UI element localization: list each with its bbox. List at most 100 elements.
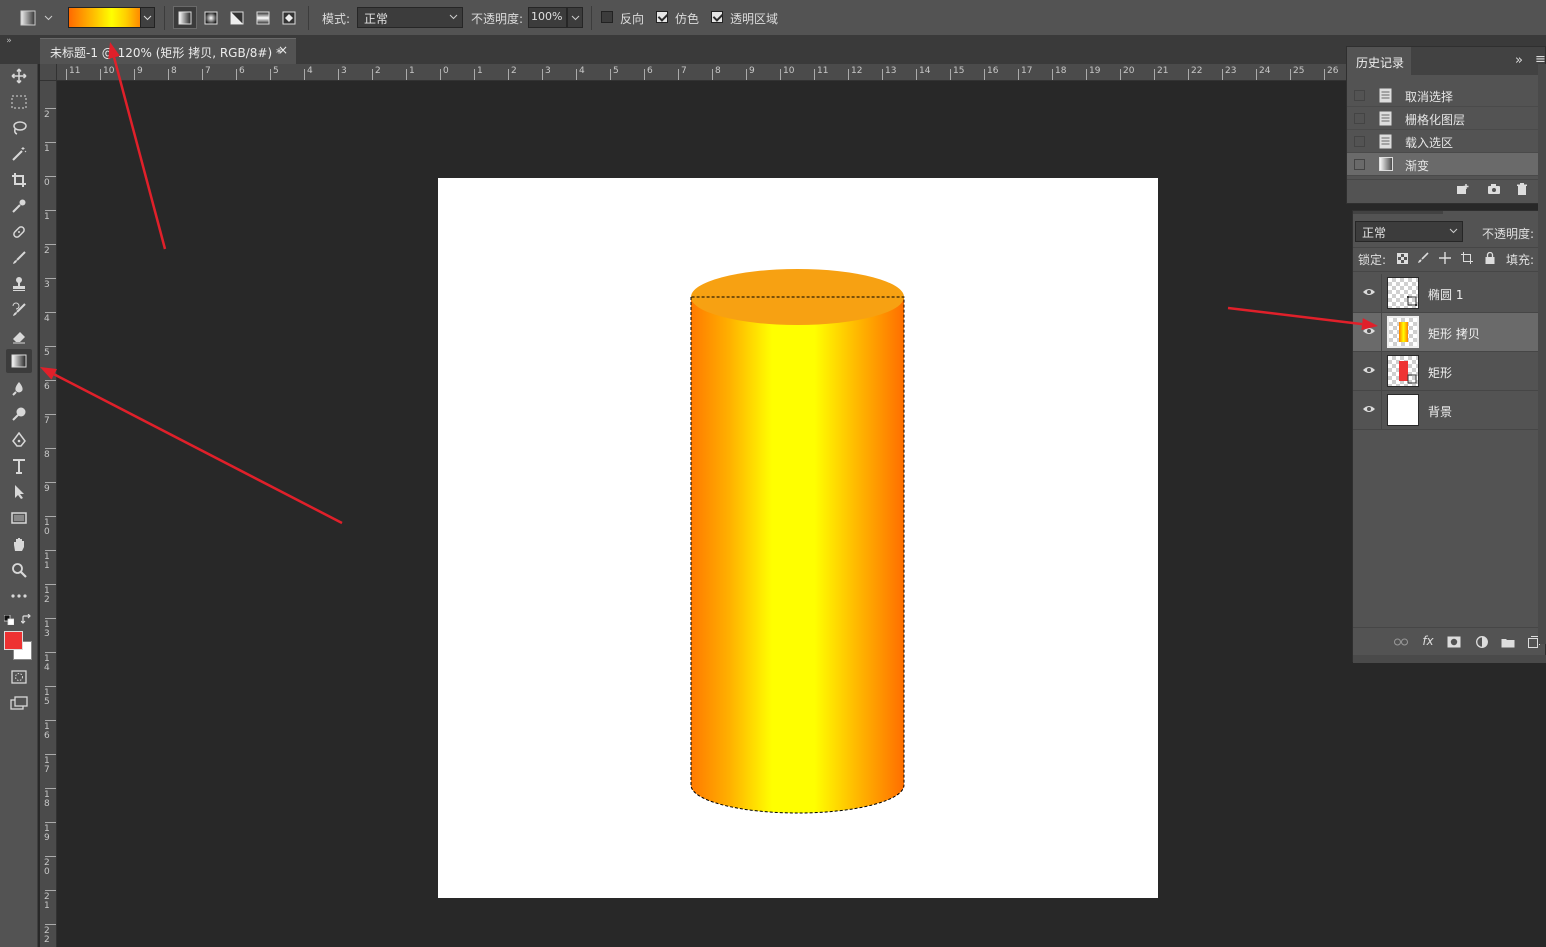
ruler-tick-label: 16 [987, 66, 999, 76]
vertical-ruler[interactable]: 2101234567891 01 11 21 31 41 51 61 71 81… [40, 81, 57, 947]
ruler-tick-label: 3 [341, 66, 347, 76]
ruler-tick [1018, 69, 1019, 80]
magic-wand-tool-icon[interactable] [6, 142, 32, 166]
gradient-picker-dropdown[interactable] [141, 7, 155, 28]
ruler-tick [440, 69, 441, 80]
chevron-down-icon[interactable] [42, 10, 54, 26]
panel-scrollbar[interactable] [1538, 64, 1546, 644]
type-tool-icon[interactable] [6, 454, 32, 478]
adjustment-layer-icon[interactable] [1474, 634, 1490, 650]
gradient-swatch[interactable] [68, 7, 141, 28]
document-canvas[interactable] [438, 178, 1158, 898]
linear-gradient-button[interactable] [173, 6, 197, 29]
history-snapshot-toggle[interactable] [1354, 90, 1365, 101]
history-item-label: 载入选区 [1405, 136, 1454, 150]
horizontal-ruler[interactable]: 11 10 9 8 7 6 5 4 3 2 1 0 1 2 3 4 5 6 7 8 9 10 11 12 13 14 15 16 17 1… [57, 64, 1346, 81]
snapshot-camera-icon[interactable] [1486, 181, 1502, 197]
reverse-checkbox[interactable] [601, 11, 613, 23]
lock-image-pixels-icon[interactable] [1416, 251, 1430, 265]
default-colors-icon[interactable] [3, 614, 15, 626]
opacity-label: 不透明度: [471, 12, 524, 26]
ruler-tick-label: 19 [1089, 66, 1101, 76]
mode-select[interactable]: 正常 [357, 7, 463, 28]
pen-tool-icon[interactable] [6, 428, 32, 452]
dither-checkbox[interactable] [656, 11, 668, 23]
hand-tool-icon[interactable] [6, 532, 32, 556]
visibility-eye-icon[interactable] [1362, 287, 1376, 299]
healing-brush-tool-icon[interactable] [6, 220, 32, 244]
eraser-tool-icon[interactable] [6, 324, 32, 348]
ruler-tick-label: 1 7 [44, 756, 50, 775]
document-tab[interactable]: 未标题-1 @ 120% (矩形 拷贝, RGB/8#) * × [40, 38, 296, 64]
blur-tool-icon[interactable] [6, 376, 32, 400]
history-item[interactable]: 栅格化图层 [1347, 107, 1542, 130]
ruler-tick-label: 3 [44, 280, 50, 290]
history-snapshot-toggle[interactable] [1354, 159, 1365, 170]
lock-label: 锁定: [1358, 253, 1387, 267]
opacity-input[interactable]: 100% [528, 7, 567, 28]
layer-row[interactable]: 椭圆 1 [1353, 274, 1546, 313]
collapse-toolbar-icon[interactable]: » [3, 36, 15, 46]
layer-row[interactable]: 矩形 拷贝 [1353, 313, 1546, 352]
screen-mode-icon[interactable] [6, 691, 32, 715]
history-snapshot-toggle[interactable] [1354, 113, 1365, 124]
gradient-tool-preset-icon[interactable] [18, 8, 38, 28]
eyedropper-tool-icon[interactable] [6, 194, 32, 218]
more-tools-icon[interactable] [6, 584, 32, 608]
quick-mask-icon[interactable] [6, 665, 32, 689]
lock-transparent-pixels-icon[interactable] [1395, 251, 1409, 265]
annotation-arrow-gradient-tool [53, 373, 343, 525]
move-tool-icon[interactable] [6, 64, 32, 88]
diamond-gradient-button[interactable] [277, 6, 301, 29]
history-item[interactable]: 取消选择 [1347, 84, 1542, 107]
brush-tool-icon[interactable] [6, 246, 32, 270]
new-document-from-state-icon[interactable] [1455, 181, 1471, 197]
gradient-tool-icon[interactable] [6, 349, 32, 373]
history-item[interactable]: 载入选区 [1347, 130, 1542, 153]
dodge-tool-icon[interactable] [6, 402, 32, 426]
delete-trash-icon[interactable] [1514, 181, 1530, 197]
angle-gradient-button[interactable] [225, 6, 249, 29]
lock-position-icon[interactable] [1438, 251, 1452, 265]
lock-all-icon[interactable] [1483, 251, 1497, 265]
crop-tool-icon[interactable] [6, 168, 32, 192]
ruler-tick-label: 2 2 [44, 926, 50, 945]
rectangle-tool-icon[interactable] [6, 506, 32, 530]
lasso-tool-icon[interactable] [6, 116, 32, 140]
layer-style-fx-icon[interactable]: fx [1420, 633, 1436, 649]
add-mask-icon[interactable] [1446, 634, 1462, 650]
visibility-eye-icon[interactable] [1362, 404, 1376, 416]
tab-history[interactable]: 历史记录 [1347, 47, 1411, 75]
layer-name: 矩形 拷贝 [1428, 327, 1480, 341]
history-snapshot-toggle[interactable] [1354, 136, 1365, 147]
ruler-tick-label: 1 0 [44, 518, 50, 537]
new-group-folder-icon[interactable] [1500, 634, 1516, 650]
ruler-tick [45, 788, 56, 789]
panel-expand-icon[interactable]: » [1515, 53, 1523, 68]
clone-stamp-tool-icon[interactable] [6, 272, 32, 296]
radial-gradient-button[interactable] [199, 6, 223, 29]
lock-artboard-icon[interactable] [1460, 251, 1474, 265]
marquee-tool-icon[interactable] [6, 90, 32, 114]
ruler-tick [45, 482, 56, 483]
layer-blend-mode-select[interactable]: 正常 [1355, 221, 1463, 242]
swap-colors-icon[interactable] [20, 613, 32, 625]
panel-resize-strip[interactable] [1353, 655, 1546, 663]
visibility-eye-icon[interactable] [1362, 365, 1376, 377]
link-layers-icon[interactable] [1393, 634, 1409, 650]
layer-row[interactable]: 背景 [1353, 391, 1546, 430]
visibility-eye-icon[interactable] [1362, 326, 1376, 338]
opacity-dropdown[interactable] [567, 7, 583, 28]
path-selection-tool-icon[interactable] [6, 480, 32, 504]
zoom-tool-icon[interactable] [6, 558, 32, 582]
transparency-checkbox[interactable] [711, 11, 723, 23]
transparency-label: 透明区域 [730, 12, 779, 26]
reflected-gradient-button[interactable] [251, 6, 275, 29]
history-item[interactable]: 渐变 [1347, 153, 1542, 176]
layer-row[interactable]: 矩形 [1353, 352, 1546, 391]
options-bar: 模式: 正常 不透明度: 100% 反向 仿色 透明区域 [0, 0, 1546, 36]
close-tab-icon[interactable]: × [278, 43, 288, 57]
foreground-color-swatch[interactable] [4, 631, 23, 650]
ruler-origin[interactable] [40, 64, 57, 81]
history-brush-tool-icon[interactable] [6, 298, 32, 322]
